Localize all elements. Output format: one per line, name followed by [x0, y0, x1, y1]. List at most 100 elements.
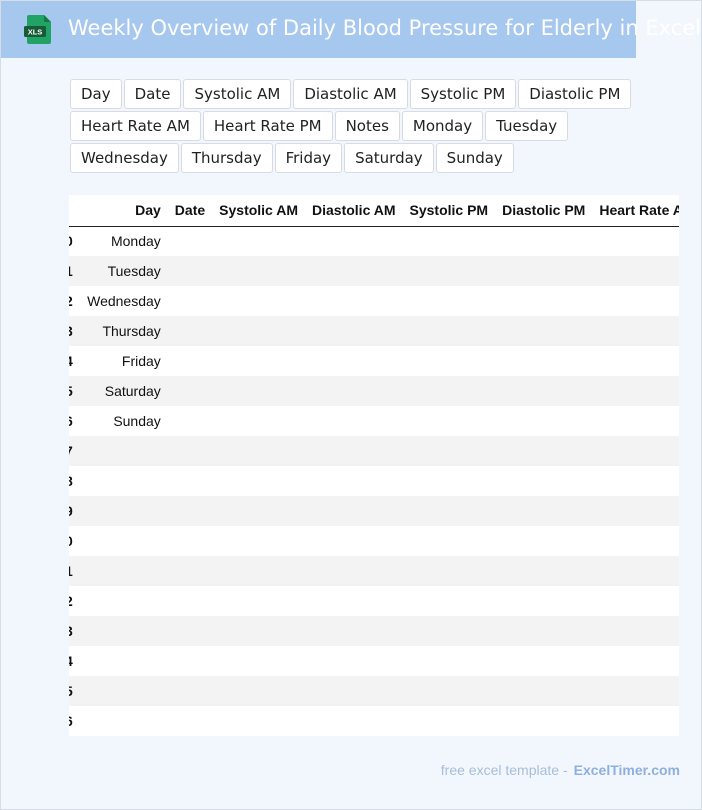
data-cell[interactable] — [592, 256, 679, 286]
column-tag[interactable]: Tuesday — [485, 111, 569, 141]
data-cell[interactable] — [592, 496, 679, 526]
day-cell[interactable] — [72, 676, 168, 706]
day-cell[interactable]: Friday — [73, 346, 168, 376]
data-cell[interactable] — [212, 586, 305, 616]
data-cell[interactable] — [305, 256, 403, 286]
data-cell[interactable] — [495, 496, 593, 526]
data-cell[interactable] — [168, 286, 212, 316]
data-cell[interactable] — [168, 646, 212, 676]
column-tag[interactable]: Notes — [334, 111, 400, 141]
data-cell[interactable] — [403, 586, 496, 616]
column-tag[interactable]: Date — [123, 79, 182, 109]
data-cell[interactable] — [592, 616, 679, 646]
data-cell[interactable] — [402, 676, 496, 706]
data-cell[interactable] — [402, 256, 496, 286]
day-cell[interactable]: Sunday — [73, 406, 168, 436]
day-cell[interactable] — [73, 466, 168, 496]
data-cell[interactable] — [495, 286, 592, 316]
data-cell[interactable] — [403, 466, 496, 496]
data-cell[interactable] — [495, 706, 592, 736]
day-cell[interactable] — [73, 526, 168, 556]
data-cell[interactable] — [212, 406, 305, 436]
data-cell[interactable] — [305, 406, 403, 436]
data-cell[interactable] — [495, 676, 593, 706]
data-cell[interactable] — [212, 556, 305, 586]
data-cell[interactable] — [167, 436, 213, 466]
day-cell[interactable]: Monday — [73, 226, 168, 256]
day-cell[interactable] — [72, 436, 168, 466]
data-cell[interactable] — [212, 646, 305, 676]
column-tag[interactable]: Diastolic AM — [293, 79, 408, 109]
data-cell[interactable] — [305, 706, 403, 736]
data-cell[interactable] — [305, 646, 403, 676]
data-cell[interactable] — [403, 346, 496, 376]
data-cell[interactable] — [402, 316, 496, 346]
data-cell[interactable] — [403, 286, 496, 316]
data-cell[interactable] — [592, 406, 679, 436]
column-tag[interactable]: Wednesday — [70, 143, 179, 173]
data-cell[interactable] — [212, 706, 305, 736]
data-cell[interactable] — [212, 286, 305, 316]
data-cell[interactable] — [305, 376, 403, 406]
data-cell[interactable] — [495, 256, 593, 286]
day-cell[interactable]: Thursday — [72, 316, 168, 346]
column-tag[interactable]: Day — [70, 79, 122, 109]
data-cell[interactable] — [402, 496, 496, 526]
column-tag[interactable]: Heart Rate AM — [70, 111, 201, 141]
data-cell[interactable] — [305, 586, 403, 616]
data-cell[interactable] — [168, 226, 212, 256]
data-cell[interactable] — [212, 526, 305, 556]
data-cell[interactable] — [168, 466, 212, 496]
data-cell[interactable] — [402, 556, 496, 586]
data-cell[interactable] — [403, 226, 496, 256]
day-cell[interactable] — [72, 556, 168, 586]
data-cell[interactable] — [402, 616, 496, 646]
data-cell[interactable] — [168, 706, 212, 736]
column-tag[interactable]: Systolic AM — [183, 79, 292, 109]
data-cell[interactable] — [212, 316, 305, 346]
data-cell[interactable] — [168, 406, 212, 436]
column-tag[interactable]: Systolic PM — [409, 79, 517, 109]
data-cell[interactable] — [403, 406, 496, 436]
column-tag[interactable]: Diastolic PM — [518, 79, 632, 109]
column-tag[interactable]: Heart Rate PM — [202, 111, 333, 141]
data-cell[interactable] — [495, 346, 592, 376]
data-cell[interactable] — [212, 226, 305, 256]
data-cell[interactable] — [168, 346, 212, 376]
data-cell[interactable] — [592, 316, 679, 346]
data-cell[interactable] — [592, 676, 679, 706]
data-cell[interactable] — [305, 346, 403, 376]
data-cell[interactable] — [495, 616, 593, 646]
day-cell[interactable] — [73, 706, 168, 736]
footer-brand-link[interactable]: ExcelTimer.com — [574, 762, 680, 778]
data-cell[interactable] — [212, 256, 305, 286]
data-cell[interactable] — [167, 376, 213, 406]
data-cell[interactable] — [305, 286, 403, 316]
data-cell[interactable] — [495, 436, 593, 466]
data-cell[interactable] — [495, 376, 593, 406]
data-cell[interactable] — [167, 616, 213, 646]
column-tag[interactable]: Thursday — [180, 143, 273, 173]
data-cell[interactable] — [305, 466, 403, 496]
data-cell[interactable] — [212, 436, 305, 466]
data-cell[interactable] — [592, 436, 679, 466]
data-cell[interactable] — [495, 586, 592, 616]
data-table-container[interactable]: Day Date Systolic AM Diastolic AM Systolic P… — [69, 195, 679, 736]
day-cell[interactable] — [72, 616, 168, 646]
column-tag[interactable]: Saturday — [344, 143, 434, 173]
data-cell[interactable] — [212, 346, 305, 376]
data-cell[interactable] — [495, 316, 593, 346]
day-cell[interactable] — [73, 646, 168, 676]
data-cell[interactable] — [212, 496, 305, 526]
data-cell[interactable] — [212, 466, 305, 496]
data-cell[interactable] — [592, 646, 679, 676]
data-cell[interactable] — [495, 646, 592, 676]
data-cell[interactable] — [592, 586, 679, 616]
data-cell[interactable] — [403, 526, 496, 556]
data-cell[interactable] — [305, 526, 403, 556]
data-cell[interactable] — [305, 676, 403, 706]
column-tag[interactable]: Friday — [274, 143, 343, 173]
data-cell[interactable] — [402, 376, 496, 406]
data-cell[interactable] — [212, 376, 305, 406]
data-cell[interactable] — [167, 256, 213, 286]
